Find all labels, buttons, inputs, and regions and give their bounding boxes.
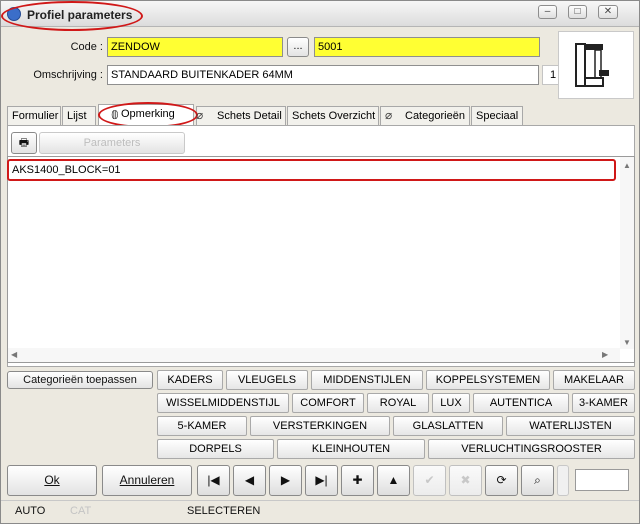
profile-thumbnail (558, 31, 634, 99)
category-wisselmiddenstijl[interactable]: WISSELMIDDENSTIJL (157, 393, 289, 413)
ok-label: Ok (44, 473, 60, 487)
status-divider (1, 500, 639, 501)
memo-area[interactable]: AKS1400_BLOCK=01 ▲ ▼ ◀ ▶ (7, 156, 635, 363)
refresh-button[interactable]: ⟳ (485, 465, 518, 496)
search-button[interactable]: ⌕ (521, 465, 554, 496)
minimize-button[interactable]: – (538, 5, 557, 19)
ok-button[interactable]: Ok (7, 465, 97, 496)
scroll-up-icon[interactable]: ▲ (623, 161, 631, 170)
confirm-button[interactable]: ✔ (413, 465, 446, 496)
omschrijving-label: Omschrijving : (33, 69, 103, 81)
tab-speciaal[interactable]: Speciaal (471, 106, 523, 125)
tab-schets-overzicht[interactable]: Schets Overzicht (287, 106, 379, 125)
category-makelaar[interactable]: MAKELAAR (553, 370, 635, 390)
status-cat: CAT (70, 505, 92, 517)
category-versterkingen[interactable]: VERSTERKINGEN (250, 416, 390, 436)
close-button[interactable]: ✕ (598, 5, 618, 19)
parameters-button[interactable]: Parameters (39, 132, 185, 154)
category-kleinhouten[interactable]: KLEINHOUTEN (277, 439, 425, 459)
code-field[interactable]: ZENDOW (107, 37, 283, 57)
omschrijving-field[interactable]: STANDAARD BUITENKADER 64MM (107, 65, 539, 85)
paperclip-icon: 𝟘 (111, 108, 119, 122)
category-koppelsystemen[interactable]: KOPPELSYSTEMEN (426, 370, 550, 390)
previous-icon: ◀ (244, 473, 255, 487)
print-button[interactable]: 🖶 (11, 132, 37, 154)
separator (557, 465, 569, 496)
memo-text: AKS1400_BLOCK=01 (12, 164, 121, 176)
previous-record-button[interactable]: ◀ (233, 465, 266, 496)
edit-record-button[interactable]: ▲ (377, 465, 410, 496)
category-glaslatten[interactable]: GLASLATTEN (393, 416, 503, 436)
check-icon: ✔ (424, 473, 435, 487)
category-dorpels[interactable]: DORPELS (157, 439, 274, 459)
category-5-kamer[interactable]: 5-KAMER (157, 416, 247, 436)
window: Profiel parameters – □ ✕ Code : ZENDOW .… (0, 0, 640, 524)
cross-icon: ✖ (460, 473, 471, 487)
apply-categories-button[interactable]: Categorieën toepassen (7, 371, 153, 389)
plus-icon: ✚ (352, 473, 363, 487)
maximize-button[interactable]: □ (568, 5, 587, 19)
category-middenstijlen[interactable]: MIDDENSTIJLEN (311, 370, 423, 390)
printer-icon: 🖶 (18, 137, 30, 149)
status-mode: AUTO (15, 505, 46, 517)
record-field[interactable] (575, 469, 629, 491)
category-vleugels[interactable]: VLEUGELS (226, 370, 308, 390)
binoculars-icon: ⌕ (534, 473, 541, 487)
horizontal-scrollbar[interactable]: ◀ ▶ (8, 348, 620, 362)
browse-button[interactable]: ... (287, 37, 309, 57)
category-3-kamer[interactable]: 3-KAMER (572, 393, 635, 413)
last-icon: ▶| (315, 473, 328, 487)
category-waterlijsten[interactable]: WATERLIJSTEN (506, 416, 635, 436)
window-title: Profiel parameters (27, 8, 133, 22)
vertical-scrollbar[interactable]: ▲ ▼ (620, 157, 634, 349)
next-icon: ▶ (280, 473, 291, 487)
next-record-button[interactable]: ▶ (269, 465, 302, 496)
title-bar: Profiel parameters – □ ✕ (1, 1, 639, 27)
tab-formulier[interactable]: Formulier (7, 106, 61, 125)
cancel-edit-button[interactable]: ✖ (449, 465, 482, 496)
up-triangle-icon: ▲ (387, 473, 400, 487)
refresh-icon: ⟳ (496, 473, 507, 487)
add-record-button[interactable]: ✚ (341, 465, 374, 496)
first-icon: |◀ (207, 473, 220, 487)
category-comfort[interactable]: COMFORT (292, 393, 364, 413)
status-action: SELECTEREN (187, 505, 261, 517)
scroll-down-icon[interactable]: ▼ (623, 338, 631, 347)
number-field[interactable]: 5001 (314, 37, 540, 57)
scroll-right-icon[interactable]: ▶ (602, 350, 608, 359)
cancel-button[interactable]: Annuleren (102, 465, 192, 496)
first-record-button[interactable]: |◀ (197, 465, 230, 496)
paperclip-icon: ⌀ (385, 108, 393, 122)
profile-drawing-icon (575, 43, 609, 87)
last-record-button[interactable]: ▶| (305, 465, 338, 496)
category-lux[interactable]: LUX (432, 393, 470, 413)
tab-categorieen[interactable]: Categorieën (380, 106, 470, 125)
category-royal[interactable]: ROYAL (367, 393, 429, 413)
code-label: Code : (70, 41, 103, 53)
scroll-left-icon[interactable]: ◀ (11, 350, 17, 359)
category-verluchtingsrooster[interactable]: VERLUCHTINGSROOSTER (428, 439, 635, 459)
app-icon (7, 7, 21, 21)
category-kaders[interactable]: KADERS (157, 370, 223, 390)
tab-schets-detail[interactable]: Schets Detail (196, 106, 286, 125)
paperclip-icon: ⌀ (196, 108, 204, 122)
tab-lijst[interactable]: Lijst (62, 106, 96, 125)
cancel-label: Annuleren (119, 473, 175, 487)
category-autentica[interactable]: AUTENTICA (473, 393, 569, 413)
